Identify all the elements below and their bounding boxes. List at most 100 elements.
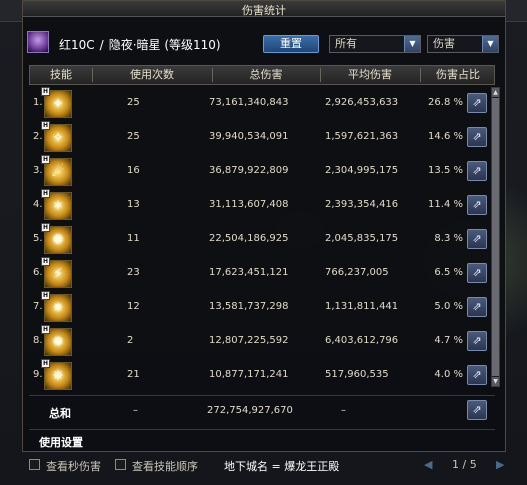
scroll-thumb[interactable] (492, 98, 499, 376)
per-second-label: 查看秒伤害 (46, 460, 101, 473)
chevron-down-icon: ▼ (404, 36, 420, 52)
bottom-bar: 查看秒伤害 查看技能顺序 地下城名 = 爆龙王正殿 ◀ 1 / 5 ▶ (0, 455, 527, 485)
filter-type-value: 伤害 (433, 37, 455, 50)
share-row-button[interactable]: ⇗ (467, 331, 487, 351)
settings-section: 使用设置 (29, 429, 495, 451)
skill-total-damage: 36,879,922,809 (209, 165, 289, 176)
row-number: 8. (33, 335, 43, 346)
total-label: 总和 (49, 407, 71, 420)
settings-label[interactable]: 使用设置 (39, 434, 83, 450)
share-row-button[interactable]: ⇗ (467, 195, 487, 215)
skill-icon: ☄ H (41, 155, 72, 186)
skill-damage-share: 4.0 % (434, 369, 463, 380)
header-skill[interactable]: 技能 (30, 66, 92, 84)
skill-total-damage: 73,161,340,843 (209, 97, 289, 108)
hotkey-badge-icon: H (41, 223, 50, 232)
dungeon-name: 地下城名 = 爆龙王正殿 (224, 460, 340, 473)
reset-button[interactable]: 重置 (263, 35, 319, 53)
table-row: 4. ✶ H 13 31,113,607,408 2,393,354,416 11.4 % ⇗ (29, 189, 495, 222)
table-row: 3. ☄ H 16 36,879,922,809 2,304,995,175 13.5 % ⇗ (29, 155, 495, 188)
skill-total-damage: 12,807,225,592 (209, 335, 289, 346)
next-page-icon[interactable]: ▶ (496, 458, 508, 471)
header-total[interactable]: 总伤害 (212, 66, 320, 84)
skill-average-damage: 2,045,835,175 (325, 233, 399, 244)
hotkey-badge-icon: H (41, 155, 50, 164)
skill-total-damage: 10,877,171,241 (209, 369, 289, 380)
filter-all-select[interactable]: 所有 ▼ (329, 35, 421, 53)
row-number: 6. (33, 267, 43, 278)
skill-total-damage: 22,504,186,925 (209, 233, 289, 244)
hotkey-badge-icon: H (41, 325, 50, 334)
hotkey-badge-icon: H (41, 121, 50, 130)
share-row-button[interactable]: ⇗ (467, 93, 487, 113)
title-bar[interactable]: 伤害统计 (23, 1, 505, 17)
prev-page-icon[interactable]: ◀ (424, 458, 436, 471)
per-second-checkbox[interactable] (29, 459, 40, 470)
skill-total-damage: 13,581,737,298 (209, 301, 289, 312)
scroll-up-icon[interactable]: ▲ (492, 88, 499, 97)
skill-damage-share: 6.5 % (434, 267, 463, 278)
share-row-button[interactable]: ⇗ (467, 229, 487, 249)
skill-icon: ✺ H (41, 223, 72, 254)
skill-total-damage: 39,940,534,091 (209, 131, 289, 142)
character-class-level: 隐夜·暗星 (等级110) (108, 38, 221, 52)
total-damage: 272,754,927,670 (207, 405, 293, 416)
skill-damage-share: 5.0 % (434, 301, 463, 312)
row-number: 5. (33, 233, 43, 244)
skill-uses: 2 (127, 335, 134, 346)
skill-icon: ⚡ H (41, 257, 72, 288)
row-number: 2. (33, 131, 43, 142)
skill-icon: ✦ H (41, 87, 72, 118)
total-uses: – (133, 405, 138, 416)
table-row: 1. ✦ H 25 73,161,340,843 2,926,453,633 26.8 % ⇗ (29, 87, 495, 120)
share-total-button[interactable]: ⇗ (467, 400, 487, 420)
total-row: 总和 – 272,754,927,670 – ⇗ (29, 395, 495, 425)
header-share[interactable]: 伤害占比 (420, 66, 496, 84)
character-avatar (27, 31, 49, 53)
share-row-button[interactable]: ⇗ (467, 365, 487, 385)
skill-uses: 12 (127, 301, 140, 312)
skill-average-damage: 2,393,354,416 (325, 199, 399, 210)
character-name: 红10C (59, 38, 95, 52)
hotkey-badge-icon: H (41, 257, 50, 266)
skill-icon: ✵ H (41, 359, 72, 390)
table-row: 5. ✺ H 11 22,504,186,925 2,045,835,175 8.3 % ⇗ (29, 223, 495, 256)
skill-uses: 13 (127, 199, 140, 210)
share-row-button[interactable]: ⇗ (467, 127, 487, 147)
table-row: 9. ✵ H 21 10,877,171,241 517,960,535 4.0 % ⇗ (29, 359, 495, 392)
skill-average-damage: 1,597,621,363 (325, 131, 399, 142)
header-average[interactable]: 平均伤害 (320, 66, 420, 84)
header-uses[interactable]: 使用次数 (92, 66, 212, 84)
character-info: 红10C / 隐夜·暗星 (等级110) (59, 38, 221, 52)
skill-average-damage: 1,131,811,441 (325, 301, 399, 312)
skill-uses: 21 (127, 369, 140, 380)
skill-icon: ✶ H (41, 189, 72, 220)
row-number: 7. (33, 301, 43, 312)
total-average: – (341, 405, 346, 416)
skill-icon: ✧ H (41, 121, 72, 152)
share-row-button[interactable]: ⇗ (467, 263, 487, 283)
scroll-down-icon[interactable]: ▼ (492, 377, 499, 386)
skill-total-damage: 31,113,607,408 (209, 199, 289, 210)
skill-average-damage: 517,960,535 (325, 369, 389, 380)
share-row-button[interactable]: ⇗ (467, 161, 487, 181)
table-scrollbar[interactable]: ▲ ▼ (491, 87, 500, 387)
table-row: 6. ⚡ H 23 17,623,451,121 766,237,005 6.5 % ⇗ (29, 257, 495, 290)
skill-damage-share: 4.7 % (434, 335, 463, 346)
share-row-button[interactable]: ⇗ (467, 297, 487, 317)
filter-all-value: 所有 (335, 37, 357, 50)
skill-damage-share: 14.6 % (428, 131, 463, 142)
skill-order-label: 查看技能顺序 (132, 460, 198, 473)
damage-stats-window: 伤害统计 红10C / 隐夜·暗星 (等级110) 重置 所有 ▼ 伤害 ▼ 技能 … (22, 0, 506, 452)
hotkey-badge-icon: H (41, 189, 50, 198)
skill-damage-share: 11.4 % (428, 199, 463, 210)
filter-type-select[interactable]: 伤害 ▼ (427, 35, 499, 53)
skill-average-damage: 2,304,995,175 (325, 165, 399, 176)
skill-average-damage: 766,237,005 (325, 267, 389, 278)
chevron-down-icon: ▼ (482, 36, 498, 52)
skill-uses: 23 (127, 267, 140, 278)
row-number: 9. (33, 369, 43, 380)
skill-damage-share: 13.5 % (428, 165, 463, 176)
table-row: 8. ✹ H 2 12,807,225,592 6,403,612,796 4.7 % ⇗ (29, 325, 495, 358)
skill-order-checkbox[interactable] (115, 459, 126, 470)
